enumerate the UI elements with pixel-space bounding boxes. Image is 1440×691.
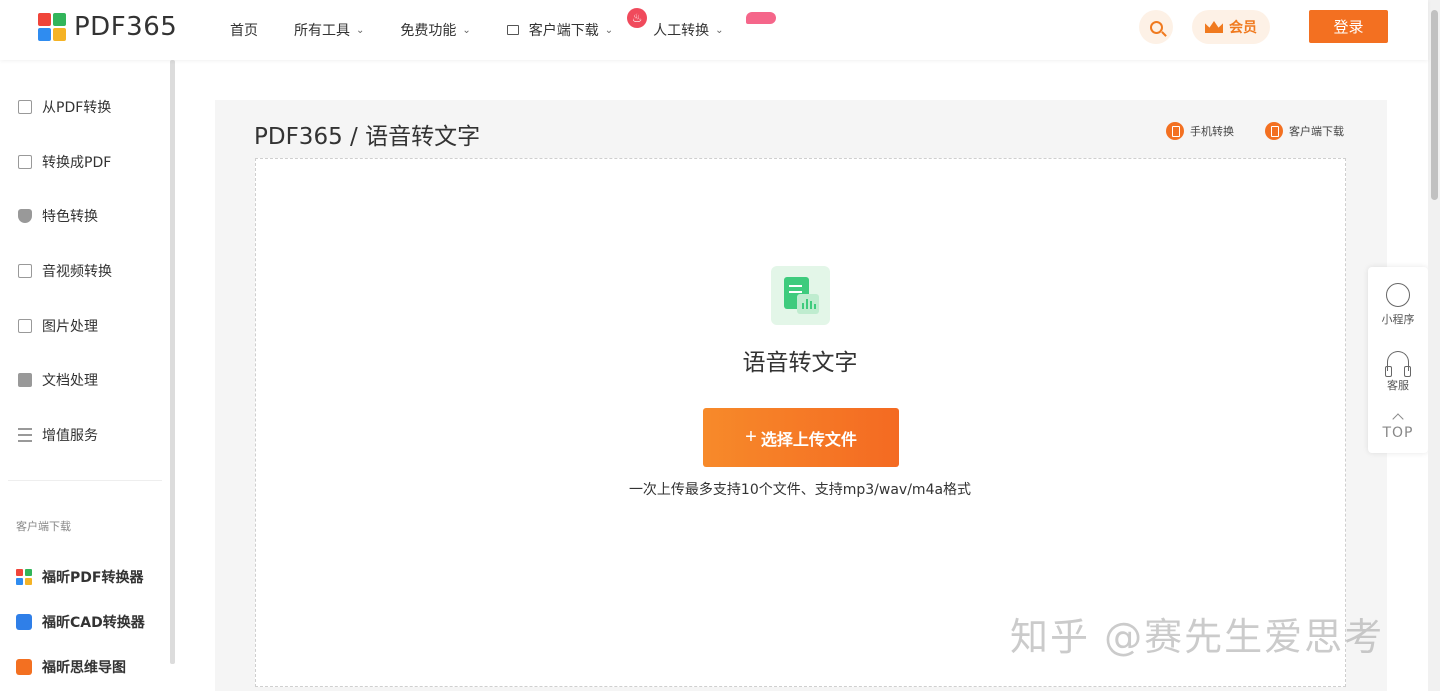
top-header: PDF365 首页 所有工具 ⌄ 免费功能 ⌄ 客户端下载 ⌄ ♨ 人工转换 ⌄… — [0, 0, 1428, 60]
monitor-icon — [506, 25, 519, 35]
sidebar-item-label: 文档处理 — [42, 373, 98, 389]
sidebar-item-image[interactable]: 图片处理 — [18, 316, 98, 336]
watermark: 知乎 @赛先生爱思考 — [1010, 615, 1385, 659]
sidebar-item-document[interactable]: 文档处理 — [18, 370, 98, 390]
mini-program-button[interactable]: 小程序 — [1368, 283, 1428, 327]
sidebar-item-value-added[interactable]: 增值服务 — [18, 425, 98, 445]
floating-toolbar: 小程序 客服 TOP — [1368, 267, 1428, 453]
chevron-down-icon: ⌄ — [604, 24, 614, 36]
page-scrollbar[interactable] — [1428, 0, 1440, 691]
nav-client-download-label: 客户端下载 — [528, 23, 599, 39]
client-download-label: 客户端下载 — [1289, 125, 1344, 138]
nav-home[interactable]: 首页 — [230, 0, 258, 60]
phone-icon — [1166, 122, 1184, 140]
sidebar-item-to-pdf[interactable]: 转换成PDF — [18, 152, 111, 172]
sidebar-item-label: 特色转换 — [42, 209, 98, 225]
logo[interactable]: PDF365 — [38, 12, 177, 42]
upload-hint: 一次上传最多支持10个文件、支持mp3/wav/m4a格式 — [628, 482, 972, 498]
video-icon — [18, 264, 32, 278]
mini-program-icon — [1386, 283, 1410, 307]
app-label: 福昕思维导图 — [42, 660, 126, 676]
chevron-down-icon: ⌄ — [356, 24, 365, 36]
app-label: 福昕CAD转换器 — [42, 615, 145, 631]
client-download-link[interactable]: 客户端下载 — [1265, 122, 1344, 140]
vip-label: 会员 — [1229, 20, 1257, 36]
image-icon — [18, 319, 32, 333]
sidebar-item-audio-video[interactable]: 音视频转换 — [18, 261, 112, 281]
mobile-convert-label: 手机转换 — [1190, 125, 1234, 138]
main-nav: 首页 所有工具 ⌄ 免费功能 ⌄ 客户端下载 ⌄ ♨ 人工转换 ⌄ — [230, 0, 776, 60]
chevron-up-icon — [1392, 413, 1404, 425]
cad-converter-icon — [16, 614, 32, 630]
convert-to-icon — [18, 155, 32, 169]
hot-badge — [745, 12, 776, 24]
plus-icon: + — [745, 426, 757, 448]
sidebar-item-label: 从PDF转换 — [42, 100, 112, 116]
tool-title: 语音转文字 — [742, 350, 858, 376]
sidebar-section-title: 客户端下载 — [16, 520, 71, 533]
nav-manual-convert[interactable]: ♨ 人工转换 ⌄ — [627, 0, 776, 60]
nav-all-tools[interactable]: 所有工具 ⌄ — [294, 0, 364, 60]
vip-button[interactable]: 会员 — [1192, 10, 1270, 44]
page-scrollbar-thumb[interactable] — [1431, 10, 1438, 200]
back-to-top-button[interactable]: TOP — [1368, 411, 1428, 441]
mobile-convert-link[interactable]: 手机转换 — [1166, 122, 1234, 140]
chevron-down-icon: ⌄ — [715, 24, 724, 36]
back-to-top-label: TOP — [1382, 425, 1414, 441]
list-icon — [18, 428, 32, 442]
convert-from-icon — [18, 100, 32, 114]
select-upload-file-button[interactable]: + 选择上传文件 — [703, 408, 899, 467]
nav-free-features-label: 免费功能 — [400, 23, 457, 39]
breadcrumb: PDF365 / 语音转文字 — [254, 124, 481, 150]
sidebar-item-label: 图片处理 — [42, 319, 98, 335]
sidebar-item-label: 转换成PDF — [42, 155, 112, 171]
pdf-converter-icon — [16, 569, 32, 585]
search-icon — [1149, 20, 1163, 34]
sidebar-item-from-pdf[interactable]: 从PDF转换 — [18, 97, 111, 117]
nav-home-label: 首页 — [230, 23, 258, 39]
customer-service-label: 客服 — [1387, 379, 1409, 392]
sidebar-item-label: 增值服务 — [42, 428, 98, 444]
headset-icon — [1385, 351, 1411, 377]
nav-manual-convert-label: 人工转换 — [653, 23, 710, 39]
mind-map-icon — [16, 659, 32, 675]
sidebar-scrollbar[interactable] — [170, 60, 175, 664]
customer-service-button[interactable]: 客服 — [1368, 351, 1428, 393]
upload-button-label: 选择上传文件 — [760, 431, 857, 449]
login-button[interactable]: 登录 — [1309, 10, 1388, 43]
chevron-down-icon: ⌄ — [462, 24, 471, 36]
download-icon — [1265, 122, 1283, 140]
shield-icon — [18, 209, 32, 223]
mini-program-label: 小程序 — [1381, 313, 1415, 326]
document-icon — [18, 373, 32, 387]
app-mind-map[interactable]: 福昕思维导图 — [16, 657, 126, 677]
logo-icon — [38, 13, 66, 41]
search-button[interactable] — [1139, 10, 1173, 44]
nav-client-download[interactable]: 客户端下载 ⌄ — [506, 0, 614, 60]
nav-free-features[interactable]: 免费功能 ⌄ — [400, 0, 470, 60]
app-label: 福昕PDF转换器 — [42, 570, 144, 586]
logo-text: PDF365 — [74, 12, 178, 42]
app-cad-converter[interactable]: 福昕CAD转换器 — [16, 612, 145, 632]
crown-icon — [1205, 21, 1223, 33]
sidebar-divider — [8, 480, 162, 481]
fire-icon: ♨ — [627, 8, 648, 28]
speech-to-text-icon — [771, 266, 830, 325]
nav-all-tools-label: 所有工具 — [294, 23, 350, 39]
app-pdf-converter[interactable]: 福昕PDF转换器 — [16, 567, 143, 587]
sidebar-item-label: 音视频转换 — [42, 264, 112, 280]
sidebar-item-special[interactable]: 特色转换 — [18, 206, 98, 226]
